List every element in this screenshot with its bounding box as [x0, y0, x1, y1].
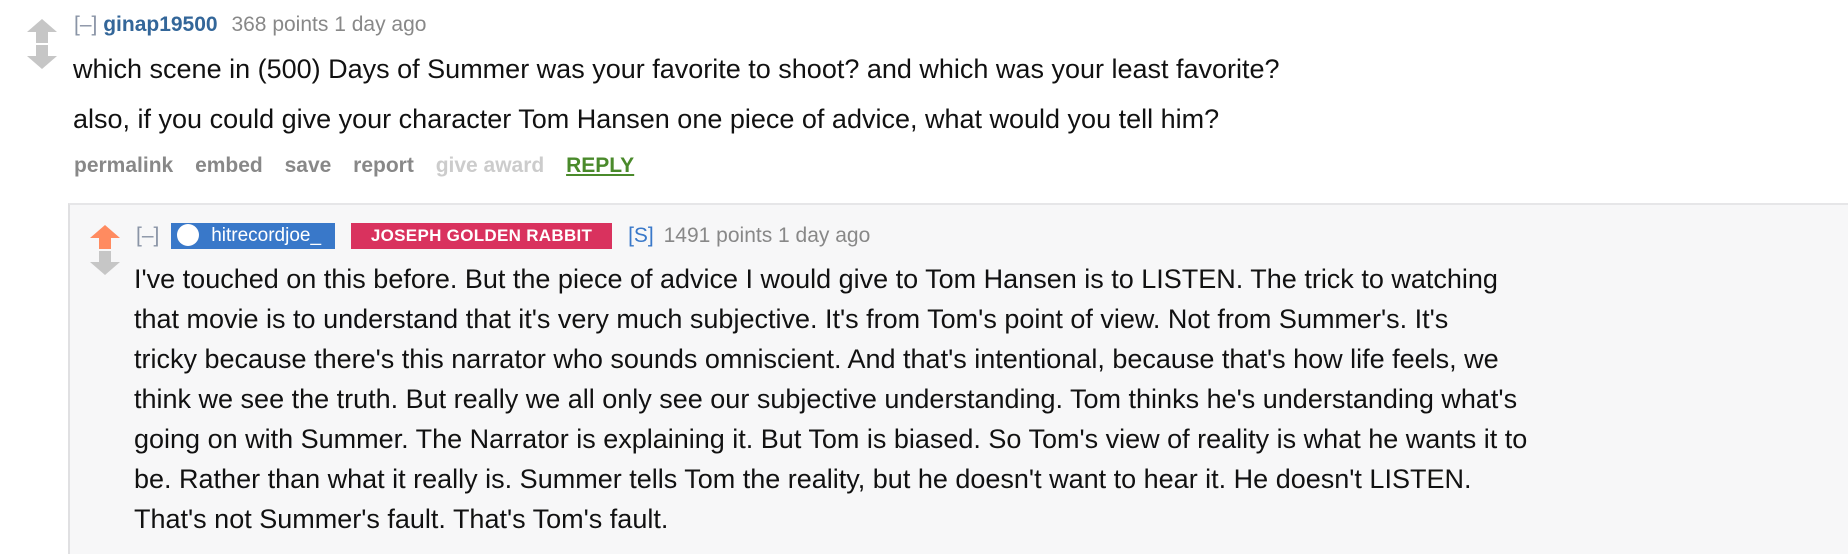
parent-paragraph-1: which scene in (500) Days of Summer was …: [73, 54, 1280, 84]
downvote-arrow-icon[interactable]: [89, 250, 121, 276]
parent-score-time: 368 points 1 day ago: [231, 13, 427, 36]
submitter-tag[interactable]: [S]: [628, 224, 654, 247]
report-button[interactable]: report: [353, 154, 414, 177]
collapse-toggle[interactable]: [–]: [74, 13, 97, 36]
permalink-button[interactable]: permalink: [74, 154, 173, 177]
upvote-arrow-icon[interactable]: [26, 18, 58, 44]
child-vote-arrows: [89, 224, 121, 276]
downvote-arrow-icon[interactable]: [26, 44, 58, 70]
upvote-arrow-icon[interactable]: [89, 224, 121, 250]
child-author-name: hitrecordjoe_: [211, 225, 322, 247]
collapse-toggle[interactable]: [–]: [136, 224, 159, 247]
parent-tagline: [–] ginap19500 368 points 1 day ago: [74, 12, 426, 38]
reply-button[interactable]: REPLY: [566, 154, 634, 177]
save-button[interactable]: save: [285, 154, 332, 177]
child-tagline: [–] hitrecordjoe_ JOSEPH GOLDEN RABBIT […: [136, 223, 871, 250]
parent-action-buttons: permalink embed save report give award R…: [74, 154, 650, 178]
embed-button[interactable]: embed: [195, 154, 263, 177]
child-comment-body: I've touched on this before. But the pie…: [134, 264, 1528, 534]
child-score-time: 1491 points 1 day ago: [663, 224, 871, 247]
avatar: [177, 223, 200, 246]
parent-paragraph-2: also, if you could give your character T…: [73, 104, 1220, 134]
user-flair-badge: JOSEPH GOLDEN RABBIT: [350, 223, 613, 250]
give-award-button[interactable]: give award: [436, 154, 545, 177]
parent-vote-arrows: [26, 18, 58, 70]
child-author-link[interactable]: hitrecordjoe_: [171, 223, 336, 250]
parent-author-link[interactable]: ginap19500: [103, 13, 217, 36]
